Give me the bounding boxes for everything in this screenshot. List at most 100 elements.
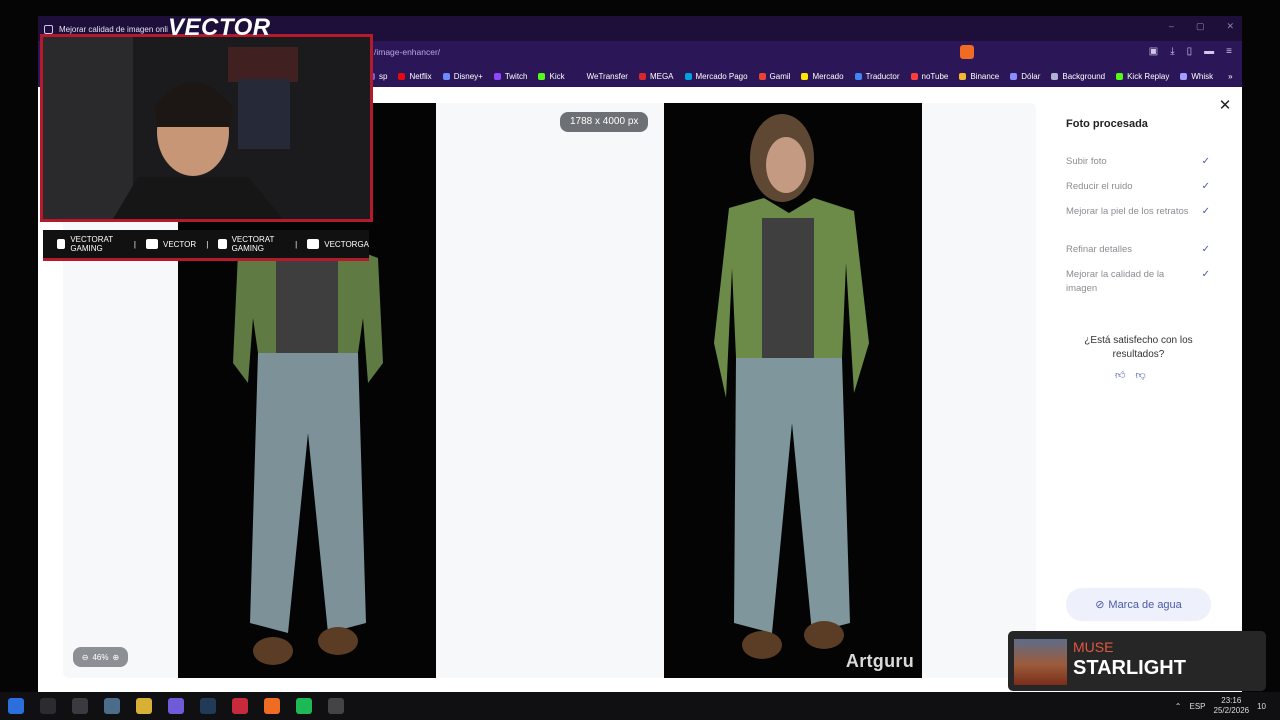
panel-title: Foto procesada [1066, 118, 1148, 130]
zoom-out-icon[interactable]: ⊖ [82, 653, 89, 662]
bookmark-icon [1116, 72, 1124, 80]
satisfaction-question: ¿Está satisfecho con los resultados? [1084, 335, 1193, 360]
bookmark-item[interactable]: Kick Replay [1116, 72, 1169, 81]
sidebar-icon[interactable]: ▯ [1187, 46, 1193, 57]
steam-icon[interactable] [200, 698, 216, 714]
bookmark-label: WeTransfer [586, 71, 628, 81]
tray-chevron-icon[interactable]: ⌃ [1175, 702, 1182, 711]
streamer-brand: VECTOR [168, 14, 271, 41]
zoom-control[interactable]: ⊖ 46% ⊕ [73, 647, 128, 667]
twitter-icon [218, 239, 227, 249]
spotify-icon[interactable] [296, 698, 312, 714]
bookmark-label: Dólar [1021, 71, 1041, 81]
bookmark-label: Gamil [769, 71, 791, 81]
brave-shields-icon[interactable] [960, 45, 974, 59]
bookmark-icon [638, 72, 646, 80]
bookmark-label: Twitch [504, 71, 528, 81]
bookmark-label: Disney+ [453, 71, 483, 81]
social-bar: VECTORAT GAMING | VECTOR | VECTORAT GAMING | V… [43, 230, 369, 261]
close-window-button[interactable]: ✕ [1226, 21, 1234, 32]
bookmark-item[interactable]: Kick [538, 72, 565, 81]
download-icon[interactable]: ⤓ [1170, 46, 1174, 57]
artguru-watermark: Artguru [845, 651, 914, 671]
bookmark-item[interactable]: WeTransfer [575, 71, 628, 81]
bookmark-label: Netflix [409, 71, 432, 81]
bookmark-icon [1180, 72, 1188, 80]
bookmark-item[interactable]: Background [1051, 72, 1105, 81]
obs-icon[interactable] [328, 698, 344, 714]
window-controls: – ▢ ✕ [1169, 21, 1234, 32]
bookmark-icon [1010, 72, 1018, 80]
bookmark-item[interactable]: Twitch [493, 71, 528, 81]
windows-start-icon[interactable] [8, 698, 24, 714]
bookmark-label: Background [1062, 71, 1106, 81]
bookmark-label: sp [379, 71, 388, 81]
step-label: Subir foto [1066, 156, 1107, 167]
check-icon: ✓ [1201, 206, 1210, 217]
bookmark-icon [538, 72, 546, 80]
separator: | [133, 239, 136, 249]
step-label: Mejorar la piel de los retratos [1066, 206, 1189, 217]
bookmark-icon [854, 72, 862, 80]
task-view-icon[interactable] [72, 698, 88, 714]
enhanced-image: Artguru [664, 103, 922, 678]
wallet-icon[interactable]: ▣ [1149, 46, 1158, 57]
bookmark-item[interactable]: noTube [910, 71, 949, 81]
remove-watermark-button[interactable]: ⊘ Marca de agua [1066, 588, 1211, 621]
now-playing-widget: MUSE STARLIGHT [1008, 631, 1266, 691]
bookmark-item[interactable]: Traductor [854, 71, 900, 81]
social-label: VECTOR [162, 239, 197, 249]
close-panel-button[interactable]: ✕ [1218, 98, 1232, 113]
bookmark-item[interactable]: Mercado Pago [684, 72, 748, 81]
step-label: Reducir el ruido [1066, 181, 1133, 192]
bookmark-item[interactable]: Netflix [398, 71, 432, 81]
brave-icon[interactable] [264, 698, 280, 714]
search-icon[interactable] [40, 698, 56, 714]
separator: | [295, 239, 298, 249]
discord-icon[interactable] [168, 698, 184, 714]
step-item: Mejorar la piel de los retratos ✓ [1066, 205, 1210, 219]
bookmark-item[interactable]: Whisk [1180, 72, 1213, 81]
social-item: VECTORAT GAMING [57, 235, 124, 253]
thumbs-up-icon[interactable]: 👍︎ [1115, 369, 1125, 381]
bookmark-item[interactable]: Mercado [801, 72, 844, 81]
toolbar-right: ▣ ⤓ ▯ ▬ ≡ [1149, 46, 1232, 57]
bookmark-label: Traductor [865, 71, 900, 81]
maximize-button[interactable]: ▢ [1196, 21, 1205, 32]
bookmark-item[interactable]: Gamil [758, 71, 791, 81]
folder-icon[interactable] [136, 698, 152, 714]
social-label: VECTORGA [324, 239, 369, 249]
check-icon: ✓ [1201, 244, 1210, 255]
lang-indicator[interactable]: ESP [1189, 702, 1205, 711]
bookmarks-more-button[interactable]: » [1228, 72, 1232, 81]
feedback-buttons: 👍︎ 👎︎ [1115, 369, 1146, 381]
instagram-icon [307, 239, 320, 249]
clock[interactable]: 23:16 25/2/2026 [1214, 696, 1250, 716]
social-item: VECTOR [145, 239, 197, 249]
bookmark-label: MEGA [649, 71, 674, 81]
bookmark-item[interactable]: Binance [959, 72, 999, 81]
bookmark-item[interactable]: MEGA [638, 71, 674, 81]
notifications-badge[interactable]: 10 [1257, 702, 1266, 711]
result-panel: Foto procesada Subir foto ✓ Reducir el rui… [1051, 103, 1227, 678]
bookmark-icon [801, 72, 809, 80]
check-icon: ✓ [1201, 269, 1210, 280]
step-item: Reducir el ruido ✓ [1066, 180, 1210, 194]
url-field[interactable]: /image-enhancer/ [374, 47, 440, 57]
bookmark-item[interactable]: Dólar [1010, 72, 1040, 81]
zoom-in-icon[interactable]: ⊕ [113, 653, 120, 662]
bookmark-label: noTube [921, 71, 949, 81]
thumbs-down-icon[interactable]: 👎︎ [1135, 369, 1145, 381]
clock-time: 23:16 [1221, 696, 1242, 705]
bookmark-icon [1051, 72, 1059, 80]
menu-icon[interactable]: ≡ [1226, 46, 1232, 57]
bookmark-icon [575, 72, 583, 80]
bookmark-item[interactable]: Disney+ [442, 71, 483, 81]
step-label: Mejorar la calidad de la imagen [1066, 269, 1165, 294]
minimize-button[interactable]: – [1169, 21, 1174, 32]
check-icon: ✓ [1201, 156, 1210, 167]
app-icon[interactable] [104, 698, 120, 714]
opera-icon[interactable] [232, 698, 248, 714]
extensions-icon[interactable]: ▬ [1204, 46, 1214, 57]
bookmark-icon [398, 72, 406, 80]
